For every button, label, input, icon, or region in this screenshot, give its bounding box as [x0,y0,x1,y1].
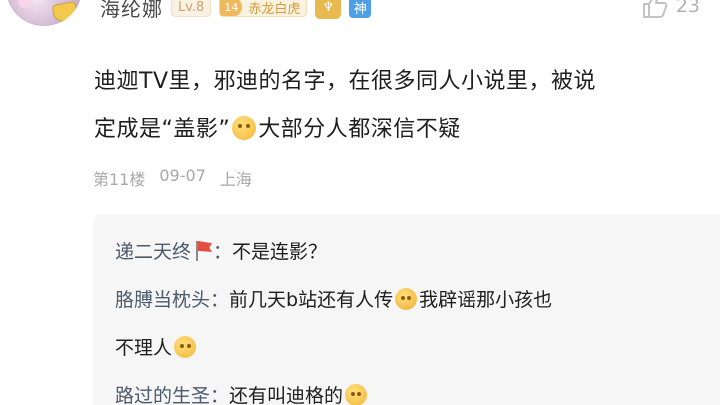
reply-text: 不理人 [115,337,173,359]
comment-date: 09-07 [159,166,206,185]
reply-list: 递二天终 ：不是连影？ 胳膊当枕头：前几天b站还有人传 我辟谣那小孩也 不理人 路过… [93,214,720,405]
face-emoji [345,384,368,405]
level-badge: Lv.8 [171,0,212,17]
fan-badge-name: 赤龙白虎 [248,1,301,17]
like-button[interactable]: 23 [642,0,700,18]
comment-body: 迪迦TV里，邪迪的名字，在很多同人小说里，被说 定成是“盖影” 大部分人都深信不疑 [94,58,720,154]
blue-badge-icon: 神 [349,0,372,18]
reply-author[interactable]: 胳膊当枕头 [115,289,210,311]
reply-text: 前几天b站还有人传 [229,289,394,311]
reply-separator: ： [210,289,230,311]
reply-author[interactable]: 递二天终 [115,241,191,263]
face-emoji [232,116,257,140]
reply-item[interactable]: 递二天终 ：不是连影？ [115,228,720,276]
face-emoji [174,336,197,358]
comment-text-part: 定成是“盖影” [94,117,231,142]
comment-header: 海纶娜 Lv.8 14 赤龙白虎 ♆ 神 [100,0,372,22]
like-count: 23 [675,0,700,17]
reply-separator: ： [213,241,233,263]
avatar-frame-ornament [52,2,78,22]
fan-badge-level: 14 [220,0,243,16]
comment-line-1: 迪迦TV里，邪迪的名字，在很多同人小说里，被说 [94,69,596,94]
avatar-decoration [18,0,32,8]
reply-text: 我辟谣那小孩也 [419,289,553,311]
medal-icon: ♆ [315,0,342,19]
comment-meta: 第11楼 09-07 上海 [93,166,252,190]
red-flag-emoji [193,239,213,261]
reply-text: 不是连影？ [232,241,328,263]
user-avatar[interactable] [6,0,82,26]
username[interactable]: 海纶娜 [100,0,163,22]
comment-line-2: 定成是“盖影” 大部分人都深信不疑 [94,106,720,154]
floor-number: 第11楼 [93,170,146,189]
comment-location: 上海 [219,170,252,189]
reply-separator: ： [210,385,230,405]
fan-badge[interactable]: 14 赤龙白虎 [219,0,308,17]
like-icon [642,0,668,18]
reply-item[interactable]: 胳膊当枕头：前几天b站还有人传 我辟谣那小孩也 [115,276,720,324]
reply-text: 还有叫迪格的 [229,385,344,405]
comment-text-part: 大部分人都深信不疑 [258,117,461,142]
reply-continuation: 不理人 [115,324,720,372]
face-emoji [395,288,418,310]
reply-item[interactable]: 路过的生圣：还有叫迪格的 [115,372,720,405]
reply-author[interactable]: 路过的生圣 [115,385,210,405]
